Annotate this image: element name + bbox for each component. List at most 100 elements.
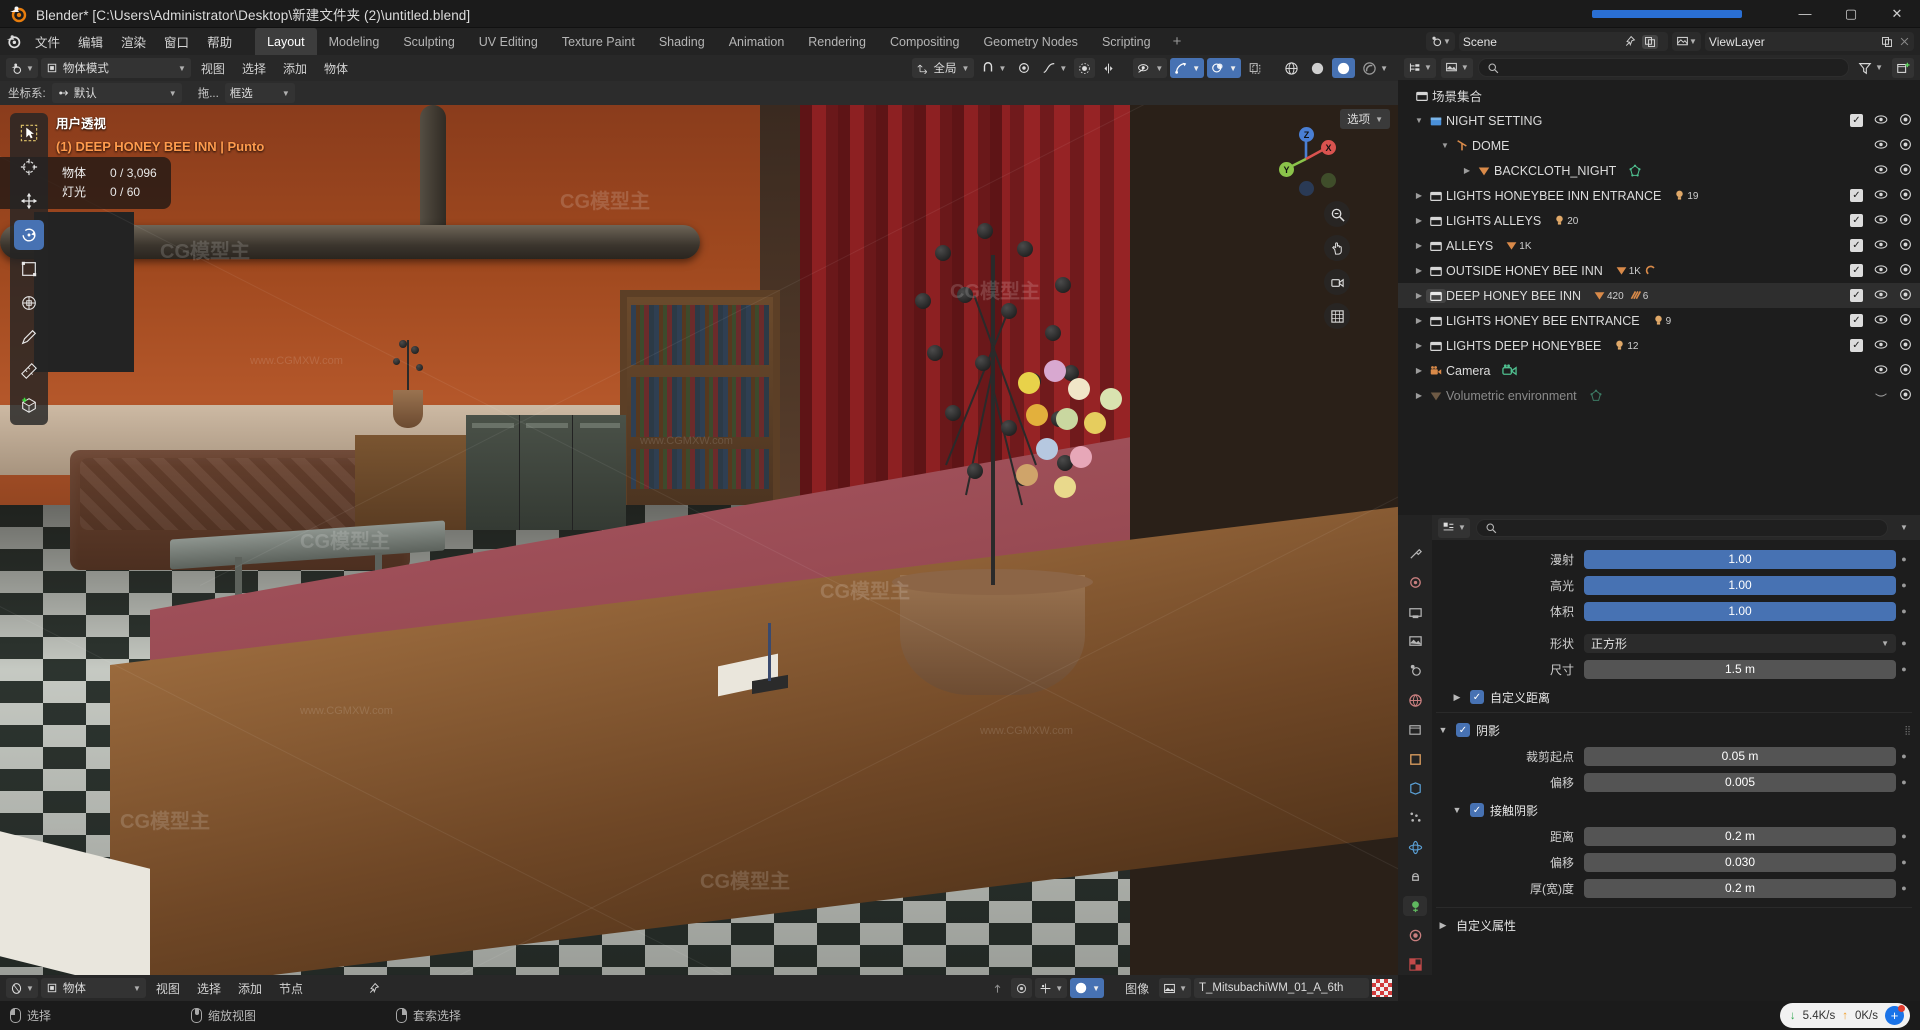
camera-render-icon[interactable]: [1899, 338, 1912, 354]
viewport-menu-add[interactable]: 添加: [276, 58, 314, 78]
editor-type-icon[interactable]: ▼: [6, 58, 38, 78]
menu-edit[interactable]: 编辑: [69, 28, 112, 55]
diffuse-slider[interactable]: 1.00: [1584, 549, 1896, 569]
expand-triangle[interactable]: ▶: [1412, 291, 1426, 300]
scene-browse-dropdown[interactable]: ▼: [1426, 32, 1455, 51]
expand-triangle[interactable]: ▶: [1412, 391, 1426, 400]
camera-render-icon[interactable]: [1899, 388, 1912, 404]
eye-icon[interactable]: [1874, 239, 1888, 253]
animate-property-dot[interactable]: ●: [1896, 638, 1912, 648]
outliner-display-mode-icon[interactable]: ▼: [1440, 57, 1473, 78]
viewlayer-browse-dropdown[interactable]: ▼: [1672, 32, 1701, 51]
volume-slider[interactable]: 1.00: [1584, 601, 1896, 621]
outliner-editor-type-icon[interactable]: ▼: [1404, 57, 1436, 78]
camera-render-icon[interactable]: [1899, 313, 1912, 329]
expand-triangle[interactable]: ▶: [1412, 316, 1426, 325]
animate-property-dot[interactable]: ●: [1896, 883, 1912, 893]
uv-snap-icon[interactable]: ▼: [1035, 978, 1068, 998]
rotate-tool[interactable]: [14, 220, 44, 250]
camera-render-icon[interactable]: [1899, 163, 1912, 179]
chevron-down-icon[interactable]: ▼: [1450, 805, 1464, 815]
tweak-select-tool[interactable]: [14, 118, 44, 148]
menu-window[interactable]: 窗口: [155, 28, 198, 55]
animate-property-dot[interactable]: ●: [1896, 606, 1912, 616]
exclude-checkbox[interactable]: ✓: [1850, 264, 1863, 277]
eye-icon[interactable]: [1874, 114, 1888, 128]
expand-triangle[interactable]: ▶: [1412, 216, 1426, 225]
proportional-falloff-icon[interactable]: ▼: [1038, 58, 1071, 78]
output-properties-tab[interactable]: [1403, 602, 1427, 622]
overlays-toggle-icon[interactable]: ▼: [1207, 58, 1242, 78]
tab-uv-editing[interactable]: UV Editing: [467, 28, 550, 55]
expand-triangle[interactable]: ▶: [1412, 241, 1426, 250]
eye-icon[interactable]: [1874, 189, 1888, 203]
camera-render-icon[interactable]: [1899, 188, 1912, 204]
annotate-tool[interactable]: [14, 322, 44, 352]
gizmo-toggle-icon[interactable]: ▼: [1170, 58, 1205, 78]
toggle-ortho-tool-icon[interactable]: [1324, 303, 1350, 329]
outliner-row-lights-honey-bee-entrance[interactable]: ▶ LIGHTS HONEY BEE ENTRANCE 9 ✓: [1398, 308, 1920, 333]
expand-triangle[interactable]: ▼: [1412, 116, 1426, 125]
rendered-shading-icon[interactable]: ▼: [1358, 58, 1392, 78]
blender-menu-icon[interactable]: [0, 28, 26, 55]
bottom-pin-icon[interactable]: [363, 978, 384, 998]
viewlayer-duplicate-icon[interactable]: [1881, 36, 1893, 48]
eye-icon[interactable]: [1874, 364, 1888, 378]
eye-icon[interactable]: [1874, 339, 1888, 353]
outliner-row-lights-alleys[interactable]: ▶ LIGHTS ALLEYS 20 ✓: [1398, 208, 1920, 233]
bottom-proportional-edit-icon[interactable]: [1011, 978, 1033, 998]
wireframe-shading-icon[interactable]: [1280, 58, 1303, 78]
exclude-checkbox[interactable]: ✓: [1850, 289, 1863, 302]
window-maximize-button[interactable]: ▢: [1828, 0, 1874, 28]
animate-property-dot[interactable]: ●: [1896, 664, 1912, 674]
shadow-checkbox[interactable]: ✓: [1456, 723, 1470, 737]
custom-distance-checkbox[interactable]: ✓: [1470, 690, 1484, 704]
exclude-checkbox[interactable]: ✓: [1850, 114, 1863, 127]
properties-search-input[interactable]: [1475, 518, 1888, 537]
outliner-row-alleys[interactable]: ▶ ALLEYS 1K ✓: [1398, 233, 1920, 258]
camera-render-icon[interactable]: [1899, 363, 1912, 379]
3d-viewport[interactable]: CG模型主 CG模型主 CG模型主 CG模型主 CG模型主 CG模型主 CG模型…: [0, 105, 1398, 975]
outliner-row-night-setting[interactable]: ▼ NIGHT SETTING ✓: [1398, 108, 1920, 133]
shadow-bias-field[interactable]: 0.005: [1584, 772, 1896, 792]
tab-geometry-nodes[interactable]: Geometry Nodes: [971, 28, 1089, 55]
eye-closed-icon[interactable]: [1874, 389, 1888, 403]
gizmo-axis-x[interactable]: X: [1321, 140, 1336, 155]
scene-name-field[interactable]: Scene x-icon: [1458, 32, 1668, 51]
menu-render[interactable]: 渲染: [112, 28, 155, 55]
image-menu[interactable]: 图像: [1118, 978, 1156, 998]
snap-magnet-icon[interactable]: ▼: [977, 58, 1010, 78]
gizmo-axis-y[interactable]: Y: [1279, 162, 1294, 177]
exclude-checkbox[interactable]: ✓: [1850, 214, 1863, 227]
outliner-row-backcloth-night[interactable]: ▶ BACKCLOTH_NIGHT: [1398, 158, 1920, 183]
viewport-menu-view[interactable]: 视图: [194, 58, 232, 78]
uv-editor-icon[interactable]: ▼: [6, 978, 38, 998]
expand-triangle[interactable]: ▼: [1438, 141, 1452, 150]
drag-action-dropdown[interactable]: 框选 ▼: [224, 83, 295, 103]
properties-options-icon[interactable]: ▼: [1894, 518, 1914, 538]
gizmo-axis-z[interactable]: Z: [1299, 127, 1314, 142]
viewlayer-remove-icon[interactable]: [1899, 36, 1910, 47]
outliner-row-volumetric-environment[interactable]: ▶ Volumetric environment: [1398, 383, 1920, 408]
chevron-right-icon[interactable]: ▶: [1450, 692, 1464, 703]
animate-property-dot[interactable]: ●: [1896, 580, 1912, 590]
proportional-edit-icon[interactable]: [1013, 58, 1035, 78]
outliner-row-scene-collection[interactable]: 场景集合: [1398, 83, 1920, 108]
browse-image-icon[interactable]: ▼: [1159, 978, 1191, 998]
camera-view-tool-icon[interactable]: [1324, 269, 1350, 295]
navigation-gizmo[interactable]: Z Y X: [1270, 123, 1342, 196]
tab-texture-paint[interactable]: Texture Paint: [550, 28, 647, 55]
constraints-properties-tab[interactable]: [1403, 866, 1427, 886]
cursor-tool[interactable]: [14, 152, 44, 182]
exclude-checkbox[interactable]: ✓: [1850, 239, 1863, 252]
chevron-down-icon[interactable]: ▼: [1436, 725, 1450, 735]
xray-toggle-icon[interactable]: [1244, 58, 1266, 78]
exclude-checkbox[interactable]: ✓: [1850, 314, 1863, 327]
duplicate-icon[interactable]: [1642, 34, 1658, 49]
camera-render-icon[interactable]: [1899, 238, 1912, 254]
menu-help[interactable]: 帮助: [198, 28, 241, 55]
solid-shading-icon[interactable]: [1306, 58, 1329, 78]
specular-slider[interactable]: 1.00: [1584, 575, 1896, 595]
camera-render-icon[interactable]: [1899, 138, 1912, 154]
uv-shading-toggle-icon[interactable]: ▼: [1070, 978, 1105, 998]
